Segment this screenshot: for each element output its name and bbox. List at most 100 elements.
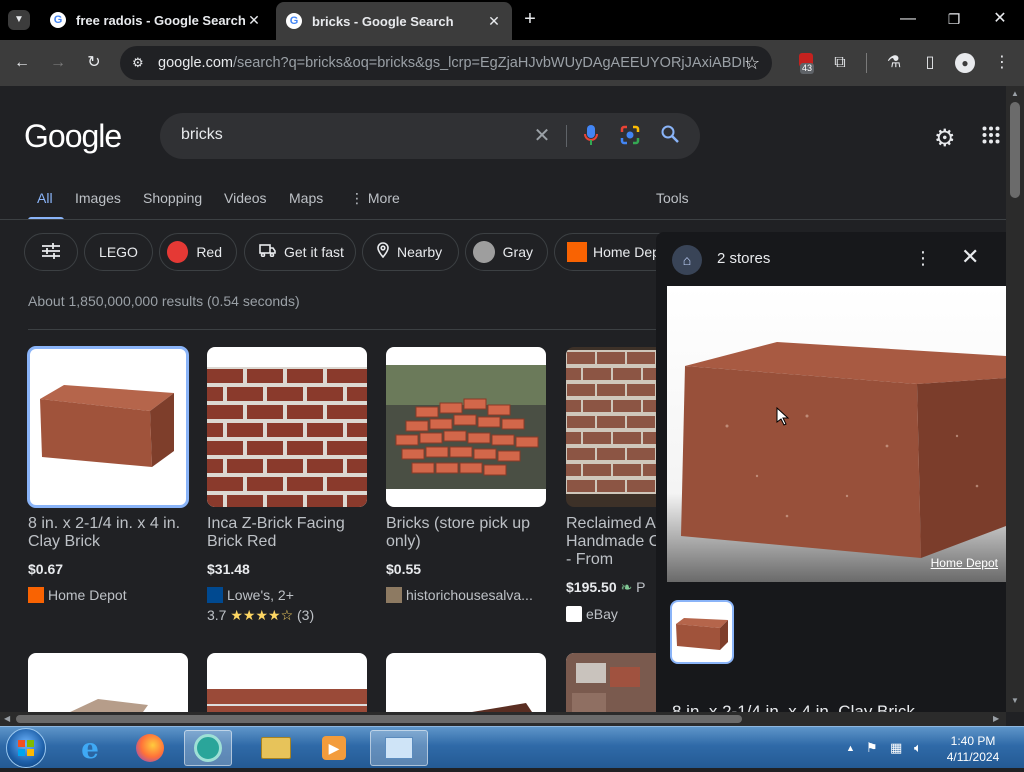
network-icon[interactable]: ▦	[890, 740, 902, 756]
panel-thumbnail[interactable]	[670, 600, 734, 664]
delivery-truck-icon	[259, 243, 276, 261]
image-source-link[interactable]: Home Depot	[931, 556, 998, 570]
file-explorer-taskbar-icon[interactable]	[252, 730, 300, 766]
product-title[interactable]: Reclaimed Antique Handmade Old Bricks - …	[566, 515, 656, 569]
product-image[interactable]	[207, 347, 367, 507]
chip-nearby[interactable]: Nearby	[362, 233, 459, 271]
back-arrow-icon[interactable]: ←	[12, 53, 32, 73]
result-stats: About 1,850,000,000 results (0.54 second…	[28, 293, 300, 309]
tab-free-radois[interactable]: G free radois - Google Search ✕	[40, 4, 272, 36]
tab-more[interactable]: ⋮ More	[350, 190, 400, 207]
profile-avatar-icon[interactable]: ●	[955, 53, 975, 73]
product-title[interactable]: 8 in. x 2-1/4 in. x 4 in. Clay Brick	[28, 515, 188, 551]
tab-maps[interactable]: Maps	[289, 190, 323, 206]
side-panel-icon[interactable]: ▯	[920, 53, 940, 73]
horizontal-scrollbar[interactable]: ◀ ▶	[0, 712, 1006, 726]
extension-icon[interactable]: 43	[796, 53, 816, 74]
panel-product-image[interactable]: Home Depot	[667, 286, 1006, 582]
filter-settings-chip[interactable]	[24, 233, 78, 271]
microphone-icon[interactable]	[580, 125, 602, 147]
vertical-scrollbar[interactable]: ▲ ▼	[1006, 86, 1024, 712]
horizontal-scroll-thumb[interactable]	[16, 715, 742, 723]
price-tag-icon: ⌂	[672, 245, 702, 275]
product-image[interactable]	[27, 346, 189, 508]
product-card-row2[interactable]	[566, 653, 656, 712]
menu-kebab-icon[interactable]: ⋮	[992, 53, 1012, 73]
product-image[interactable]	[386, 347, 546, 507]
store-count[interactable]: 2 stores	[717, 250, 770, 267]
address-bar[interactable]: ⚙ google.com/search?q=bricks&oq=bricks&g…	[120, 46, 772, 80]
extensions-puzzle-icon[interactable]: ⧉	[830, 53, 850, 73]
tab-images[interactable]: Images	[75, 190, 121, 206]
product-card-row2[interactable]	[207, 653, 367, 712]
tab-close-icon[interactable]: ✕	[486, 13, 502, 29]
start-button[interactable]	[6, 728, 46, 768]
product-store[interactable]: historichousesalva...	[386, 587, 546, 603]
product-card[interactable]: Reclaimed Antique Handmade Old Bricks - …	[566, 347, 656, 622]
bookmark-star-icon[interactable]: ☆	[744, 53, 760, 74]
tab-title: bricks - Google Search	[312, 13, 454, 29]
firefox-taskbar-icon[interactable]	[126, 730, 174, 766]
google-logo[interactable]: Google	[24, 118, 122, 155]
scroll-down-icon[interactable]: ▼	[1011, 696, 1019, 705]
product-card-row2[interactable]	[386, 653, 546, 712]
browser-toolbar: ← → ↻ ⚙ google.com/search?q=bricks&oq=br…	[0, 40, 1024, 86]
scroll-right-icon[interactable]: ▶	[993, 714, 999, 723]
system-clock[interactable]: 1:40 PM 4/11/2024	[938, 733, 1008, 765]
product-card[interactable]: 8 in. x 2-1/4 in. x 4 in. Clay Brick $0.…	[27, 346, 189, 603]
tools-button[interactable]: Tools	[656, 190, 689, 206]
restore-button[interactable]: ❐	[944, 9, 964, 29]
chip-label: Red	[196, 244, 222, 260]
tab-search-button[interactable]: ▼	[8, 10, 30, 30]
show-hidden-icons-icon[interactable]: ▲	[846, 743, 855, 753]
product-store[interactable]: Lowe's, 2+	[207, 587, 367, 603]
tab-bricks[interactable]: G bricks - Google Search ✕	[276, 2, 512, 40]
vertical-scroll-thumb[interactable]	[1010, 102, 1020, 198]
product-title[interactable]: Bricks (store pick up only)	[386, 515, 546, 551]
tab-shopping[interactable]: Shopping	[143, 190, 202, 206]
product-store[interactable]: eBay	[566, 606, 656, 622]
panel-close-icon[interactable]: ✕	[961, 244, 979, 270]
scroll-left-icon[interactable]: ◀	[4, 714, 10, 723]
remote-desktop-taskbar-icon[interactable]	[370, 730, 428, 766]
product-card-row2[interactable]	[28, 653, 188, 712]
product-card[interactable]: Inca Z-Brick Facing Brick Red $31.48 Low…	[207, 347, 367, 624]
site-info-icon[interactable]: ⚙	[132, 55, 148, 71]
close-window-button[interactable]: ✕	[990, 9, 1010, 29]
chip-red[interactable]: Red	[159, 233, 237, 271]
product-card[interactable]: Bricks (store pick up only) $0.55 histor…	[386, 347, 546, 603]
chip-gray[interactable]: Gray	[465, 233, 548, 271]
clear-search-icon[interactable]: ✕	[531, 125, 553, 147]
ebay-favicon-icon	[566, 606, 582, 622]
store-name: historichousesalva...	[406, 587, 533, 603]
apps-grid-icon[interactable]	[982, 126, 1002, 146]
panel-menu-icon[interactable]: ⋮	[914, 248, 932, 269]
new-tab-button[interactable]: +	[520, 9, 540, 29]
internet-explorer-taskbar-icon[interactable]: e	[66, 730, 114, 766]
reload-icon[interactable]: ↻	[84, 53, 104, 73]
tab-all[interactable]: All	[37, 190, 53, 206]
chip-lego[interactable]: LEGO	[84, 233, 153, 271]
action-center-flag-icon[interactable]: ⚑	[866, 740, 878, 756]
volume-icon[interactable]: 🔈︎	[914, 740, 922, 756]
product-title[interactable]: Inca Z-Brick Facing Brick Red	[207, 515, 367, 551]
media-player-taskbar-icon[interactable]: ▶	[310, 730, 358, 766]
scroll-up-icon[interactable]: ▲	[1011, 89, 1019, 98]
product-image[interactable]	[566, 347, 656, 507]
labs-flask-icon[interactable]: ⚗	[884, 53, 904, 73]
tab-videos[interactable]: Videos	[224, 190, 267, 206]
product-store[interactable]: Home Depot	[28, 587, 188, 603]
chrome-taskbar-icon[interactable]	[184, 730, 232, 766]
forward-arrow-icon[interactable]: →	[48, 53, 68, 73]
lens-camera-icon[interactable]	[619, 125, 641, 147]
search-input[interactable]: bricks	[181, 126, 223, 144]
search-box[interactable]: bricks ✕	[160, 113, 700, 159]
settings-gear-icon[interactable]: ⚙	[934, 124, 956, 153]
minimize-button[interactable]: —	[898, 9, 918, 29]
chip-get-it-fast[interactable]: Get it fast	[244, 233, 356, 271]
tab-close-icon[interactable]: ✕	[246, 12, 262, 28]
store-name: Lowe's, 2+	[227, 587, 294, 603]
search-icon[interactable]	[659, 125, 681, 147]
panel-product-title[interactable]: 8 in. x 2-1/4 in. x 4 in. Clay Brick	[672, 702, 915, 712]
rating-value: 3.7	[207, 607, 227, 623]
